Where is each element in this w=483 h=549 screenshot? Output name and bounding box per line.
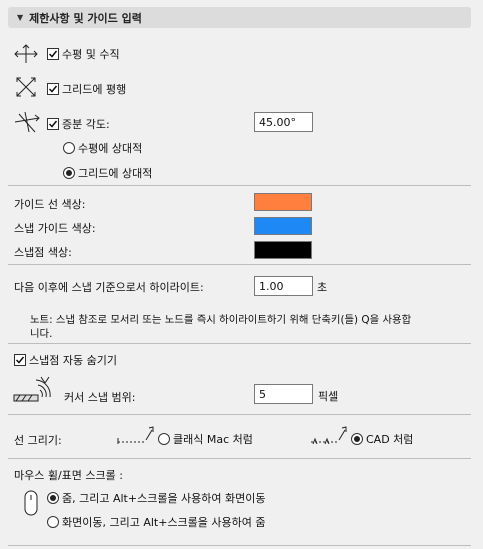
relative-horizontal-radio[interactable] xyxy=(63,142,75,154)
hide-snap-points-row[interactable]: 스냅점 자동 숨기기 xyxy=(14,352,117,368)
separator xyxy=(8,264,471,265)
section-header[interactable]: ▼ 제한사항 및 가이드 입력 xyxy=(8,7,471,28)
zoom-alt-pan-row[interactable]: 줌, 그리고 Alt+스크롤을 사용하여 화면이동 xyxy=(47,490,266,506)
snap-point-color-label: 스냅점 색상: xyxy=(14,246,72,259)
section-title: 제한사항 및 가이드 입력 xyxy=(29,11,142,25)
separator xyxy=(8,414,471,415)
cursor-snap-range-icon xyxy=(13,376,51,402)
classic-mac-radio[interactable] xyxy=(158,433,170,445)
guide-line-color-label: 가이드 선 색상: xyxy=(14,198,86,211)
cad-radio[interactable] xyxy=(351,433,363,445)
collapse-triangle-icon[interactable]: ▼ xyxy=(17,13,23,22)
line-drawing-label: 선 그리기: xyxy=(14,434,62,447)
pan-alt-zoom-radio[interactable] xyxy=(47,516,59,528)
grid-parallel-label: 그리드에 평행 xyxy=(62,83,127,96)
separator xyxy=(8,458,471,459)
relative-horizontal-row[interactable]: 수평에 상대적 xyxy=(63,140,142,156)
highlight-note-line1: 노트: 스냅 참조로 모서리 또는 노드를 즉시 하이라이트하기 위해 단축키(… xyxy=(30,314,412,326)
snap-point-color-swatch[interactable] xyxy=(254,241,312,259)
highlight-unit: 초 xyxy=(317,281,328,294)
horiz-vert-label: 수평 및 수직 xyxy=(62,48,120,61)
hide-snap-points-checkbox[interactable] xyxy=(14,354,26,366)
increment-angle-icon xyxy=(14,111,40,133)
pan-alt-zoom-row[interactable]: 화면이동, 그리고 Alt+스크롤을 사용하여 줌 xyxy=(47,514,266,530)
zoom-alt-pan-radio[interactable] xyxy=(47,492,59,504)
grid-parallel-checkbox[interactable] xyxy=(47,83,59,95)
pan-alt-zoom-label: 화면이동, 그리고 Alt+스크롤을 사용하여 줌 xyxy=(62,516,266,529)
grid-parallel-row[interactable]: 그리드에 평행 xyxy=(47,81,126,97)
separator xyxy=(8,185,471,186)
relative-grid-row[interactable]: 그리드에 상대적 xyxy=(63,165,152,181)
classic-mac-row[interactable]: 클래식 Mac 처럼 xyxy=(158,431,253,447)
cursor-snap-range-unit: 픽셀 xyxy=(318,390,339,403)
hide-snap-points-label: 스냅점 자동 숨기기 xyxy=(29,354,117,367)
cad-label: CAD 처럼 xyxy=(366,433,414,446)
relative-grid-radio[interactable] xyxy=(63,167,75,179)
mouse-wheel-label: 마우스 휠/표면 스크롤 : xyxy=(14,469,123,482)
separator xyxy=(8,545,471,546)
cad-row[interactable]: CAD 처럼 xyxy=(351,431,413,447)
cad-like-icon xyxy=(311,426,347,445)
increment-angle-row[interactable]: 증분 각도: xyxy=(47,116,110,132)
increment-angle-input[interactable]: 45.00° xyxy=(254,112,313,132)
cursor-snap-range-label: 커서 스냅 범위: xyxy=(64,391,136,404)
highlight-note-line2: 니다. xyxy=(30,328,53,340)
classic-mac-icon xyxy=(117,426,154,444)
snap-guide-color-swatch[interactable] xyxy=(254,217,312,235)
guide-line-color-swatch[interactable] xyxy=(254,193,312,211)
snap-guide-color-label: 스냅 가이드 색상: xyxy=(14,222,96,235)
mouse-icon xyxy=(24,490,38,516)
relative-horizontal-label: 수평에 상대적 xyxy=(78,142,143,155)
highlight-label: 다음 이후에 스냅 기준으로서 하이라이트: xyxy=(14,281,204,294)
horiz-vert-row[interactable]: 수평 및 수직 xyxy=(47,46,120,62)
grid-parallel-icon xyxy=(16,77,36,97)
horizontal-vertical-icon xyxy=(14,44,38,63)
highlight-seconds-input[interactable]: 1.00 xyxy=(254,276,313,296)
zoom-alt-pan-label: 줌, 그리고 Alt+스크롤을 사용하여 화면이동 xyxy=(62,492,266,505)
relative-grid-label: 그리드에 상대적 xyxy=(78,167,153,180)
separator xyxy=(8,343,471,344)
horiz-vert-checkbox[interactable] xyxy=(47,48,59,60)
increment-angle-label: 증분 각도: xyxy=(62,118,110,131)
classic-mac-label: 클래식 Mac 처럼 xyxy=(173,433,253,446)
cursor-snap-range-input[interactable]: 5 xyxy=(254,384,313,404)
increment-angle-checkbox[interactable] xyxy=(47,118,59,130)
